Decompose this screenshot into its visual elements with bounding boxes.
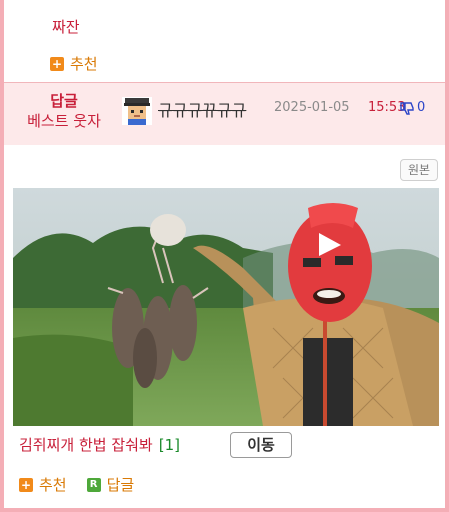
recommend-bottom-button[interactable]: + 추천 bbox=[19, 474, 67, 495]
reply-date: 2025-01-05 bbox=[274, 100, 350, 115]
comment-count: [1] bbox=[158, 435, 180, 454]
recommend-bottom-label: 추천 bbox=[39, 476, 67, 494]
original-image-button[interactable]: 원본 bbox=[400, 159, 438, 181]
badge-reply-label: 답글 bbox=[50, 92, 78, 110]
reply-icon: R bbox=[86, 477, 101, 492]
reply-label: 답글 bbox=[106, 476, 135, 494]
avatar-icon[interactable] bbox=[122, 97, 152, 125]
reply-nickname[interactable]: 규규규뀨규규 bbox=[158, 97, 246, 121]
post-image[interactable] bbox=[13, 188, 439, 426]
post-caption[interactable]: 김쥐찌개 한법 잡숴봐 [1] bbox=[19, 434, 180, 455]
reply-button[interactable]: R 답글 bbox=[86, 474, 135, 495]
best-reply-badge: 답글 베스트 웃자 bbox=[14, 91, 114, 131]
recommend-button[interactable]: + 추천 bbox=[50, 53, 98, 74]
plus-icon: + bbox=[19, 477, 33, 492]
post-panel: 짜잔 + 추천 답글 베스트 웃자 규규규뀨규규 2025-01-05 15:5… bbox=[4, 0, 445, 508]
move-button[interactable]: 이동 bbox=[230, 432, 292, 458]
caption-text: 김쥐찌개 한법 잡숴봐 bbox=[19, 436, 153, 454]
dislike-button[interactable]: 0 bbox=[400, 100, 425, 115]
plus-icon: + bbox=[50, 56, 64, 71]
dislike-count: 0 bbox=[417, 100, 426, 115]
recommend-label: 추천 bbox=[70, 55, 98, 73]
badge-category-label: 베스트 웃자 bbox=[27, 112, 101, 130]
post-title[interactable]: 짜잔 bbox=[52, 16, 80, 37]
thumbs-down-icon bbox=[400, 101, 414, 115]
reply-header: 답글 베스트 웃자 규규규뀨규규 2025-01-05 15:53 0 bbox=[4, 82, 445, 145]
action-row: + 추천 R 답글 bbox=[19, 474, 134, 495]
